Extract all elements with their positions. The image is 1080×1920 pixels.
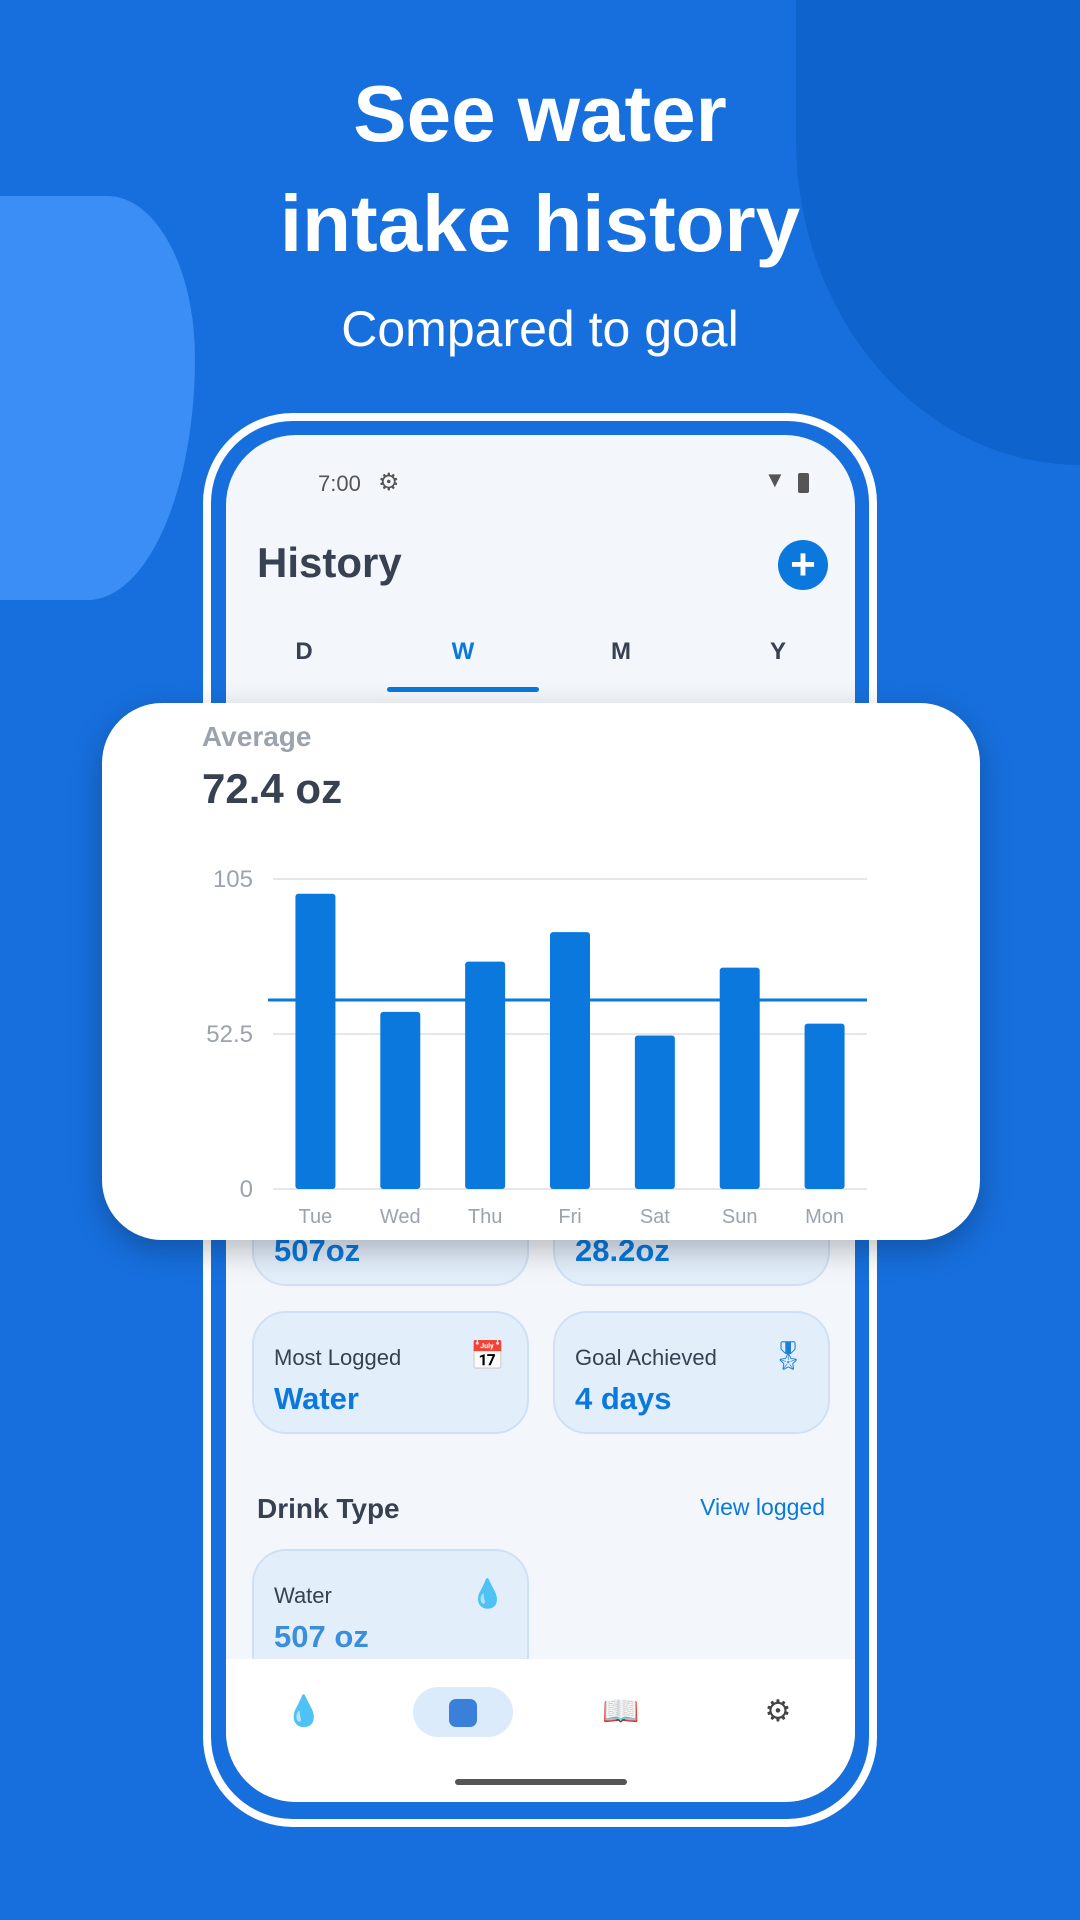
stat-card-goal-achieved: Goal Achieved 🎖 4 days [553, 1311, 830, 1434]
status-time: 7:00 [318, 471, 361, 496]
nav-gear-icon[interactable]: ⚙ [738, 1687, 818, 1737]
x-tick-label: Sat [640, 1206, 670, 1228]
plus-icon: + [790, 540, 816, 589]
home-indicator[interactable] [455, 1779, 627, 1785]
x-tick-label: Tue [299, 1206, 333, 1228]
y-tick-label: 0 [240, 1176, 253, 1203]
tab-indicator [387, 687, 539, 692]
wifi-icon: ▼ [764, 467, 786, 492]
bar-chart: 0 52.5 105 Tue Wed Thu Fri Sat Sun Mon [206, 866, 867, 1228]
bar-thu [465, 961, 506, 1189]
view-logged-link[interactable]: View logged [700, 1494, 825, 1521]
chart-card: Average 72.4 oz 0 52.5 105 Tue Wed Thu Fri Sat S… [102, 703, 980, 1240]
battery-icon [798, 473, 809, 493]
headline-line2: intake history [279, 179, 801, 268]
add-button[interactable]: + [778, 540, 828, 590]
nav-book-icon[interactable]: 📖 [581, 1687, 661, 1737]
drink-value: 507 oz [274, 1619, 369, 1654]
headline-line1: See water [353, 69, 727, 158]
bar-sat [634, 1035, 675, 1189]
drink-label: Water [274, 1583, 332, 1608]
drink-type-title: Drink Type [257, 1493, 400, 1524]
bar-tue [295, 893, 336, 1189]
tab-month[interactable]: M [581, 638, 661, 666]
tab-week[interactable]: W [423, 638, 503, 666]
stat-value: 4 days [575, 1381, 672, 1416]
headline-subtitle: Compared to goal [341, 301, 739, 357]
tab-day[interactable]: D [264, 638, 344, 666]
x-tick-label: Sun [722, 1206, 758, 1228]
bar-wed [380, 1011, 421, 1189]
y-tick-label: 105 [213, 866, 253, 893]
stat-value: Water [274, 1381, 359, 1416]
bar-mon [804, 1023, 845, 1189]
award-icon: 🎖 [770, 1340, 806, 1371]
stat-card-most-logged: Most Logged 📅 Water [252, 1311, 529, 1434]
page-title: History [257, 539, 402, 586]
nav-water-drop-icon[interactable]: 💧 [264, 1687, 344, 1737]
x-tick-label: Mon [805, 1206, 844, 1228]
stat-label: Most Logged [274, 1345, 402, 1370]
x-tick-label: Thu [468, 1206, 502, 1228]
x-tick-label: Fri [558, 1206, 581, 1228]
y-tick-label: 52.5 [206, 1021, 253, 1048]
bar-fri [550, 932, 590, 1189]
x-tick-label: Wed [380, 1206, 421, 1228]
stat-label: Goal Achieved [575, 1345, 717, 1370]
water-drop-icon: 💧 [470, 1578, 505, 1609]
nav-chart-icon[interactable] [413, 1687, 513, 1737]
tab-year[interactable]: Y [738, 638, 818, 666]
settings-status-icon: ⚙ [378, 469, 400, 496]
calendar-check-icon: 📅 [470, 1340, 505, 1371]
